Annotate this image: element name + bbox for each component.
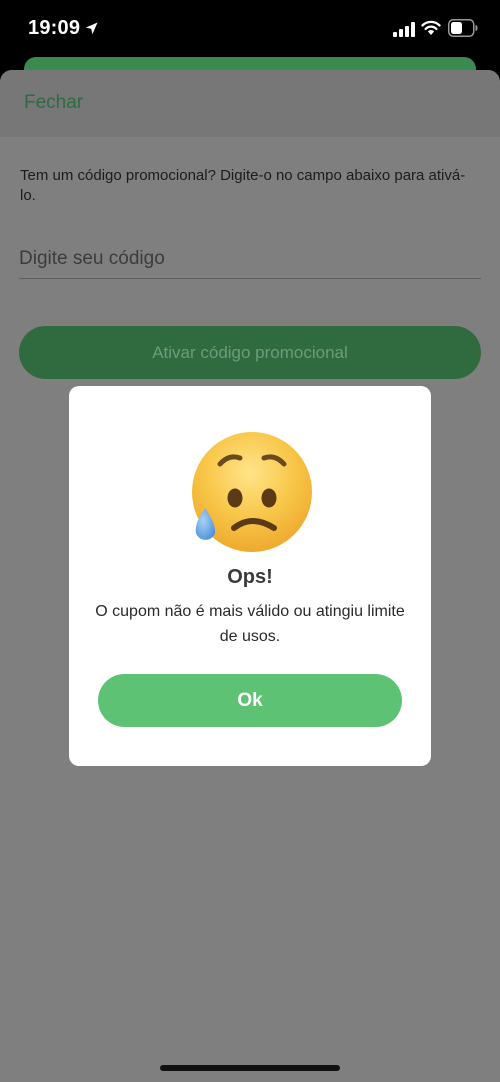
sheet-header: Fechar: [0, 70, 500, 137]
alert-dialog: Ops! O cupom não é mais válido ou atingi…: [69, 386, 431, 766]
battery-icon: [448, 19, 478, 37]
wifi-icon: [421, 20, 441, 35]
status-bar: 19:09: [0, 0, 500, 60]
home-indicator[interactable]: [160, 1065, 340, 1071]
dialog-title: Ops!: [227, 566, 273, 588]
dialog-message: O cupom não é mais válido ou atingiu lim…: [95, 603, 405, 645]
promo-code-input[interactable]: [19, 244, 481, 279]
location-arrow-icon: [85, 22, 98, 35]
promo-instructions: Tem um código promocional? Digite-o no c…: [20, 167, 466, 204]
activate-promo-button[interactable]: Ativar código promocional: [19, 326, 481, 379]
sad-face-icon: [192, 432, 312, 552]
status-time: 19:09: [28, 17, 81, 39]
cellular-signal-icon: [393, 22, 415, 37]
ok-button[interactable]: Ok: [98, 674, 402, 727]
close-button[interactable]: Fechar: [24, 92, 83, 114]
